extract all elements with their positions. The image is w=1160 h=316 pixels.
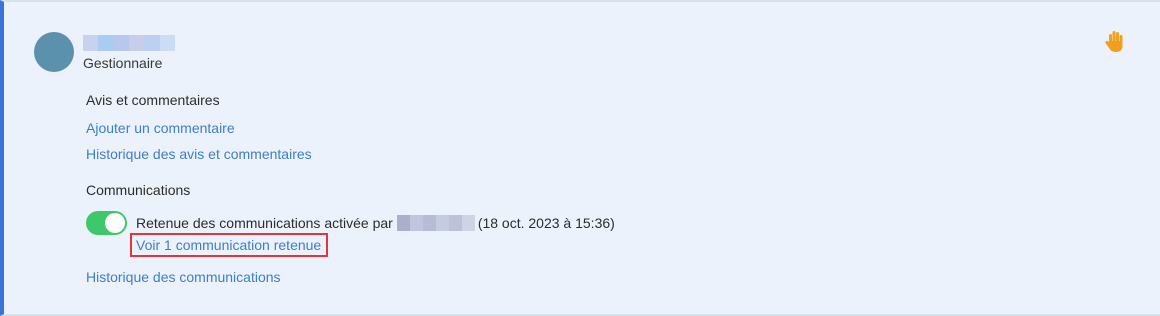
user-card: Gestionnaire Avis et commentaires Ajoute… (0, 0, 1160, 316)
hold-user-redacted (396, 215, 475, 231)
redaction-block (83, 35, 99, 51)
hold-status-text: Retenue des communications activée par (136, 215, 393, 231)
redaction-block (396, 215, 410, 231)
redaction-block (422, 215, 436, 231)
highlight-box (130, 233, 328, 257)
redaction-block (144, 35, 160, 51)
redaction-block (461, 215, 475, 231)
reviews-history-link[interactable]: Historique des avis et commentaires (86, 145, 312, 163)
redaction-block (409, 215, 423, 231)
user-role: Gestionnaire (83, 55, 163, 71)
redaction-block (113, 35, 129, 51)
add-comment-link[interactable]: Ajouter un commentaire (86, 119, 235, 137)
reviews-section-title: Avis et commentaires (86, 92, 220, 108)
toggle-knob (105, 213, 125, 233)
raised-hand-icon[interactable] (1104, 30, 1126, 54)
communication-hold-status: Retenue des communications activée par (… (136, 214, 615, 232)
redaction-block (448, 215, 462, 231)
user-name-redacted (83, 35, 175, 51)
avatar (34, 32, 74, 72)
communication-hold-toggle[interactable] (86, 211, 127, 235)
redaction-block (128, 35, 145, 51)
redaction-block (159, 35, 175, 51)
hold-timestamp: (18 oct. 2023 à 15:36) (477, 215, 615, 231)
communications-section-title: Communications (86, 182, 191, 198)
redaction-block (435, 215, 449, 231)
communications-history-link[interactable]: Historique des communications (86, 268, 281, 286)
redaction-block (98, 35, 114, 51)
